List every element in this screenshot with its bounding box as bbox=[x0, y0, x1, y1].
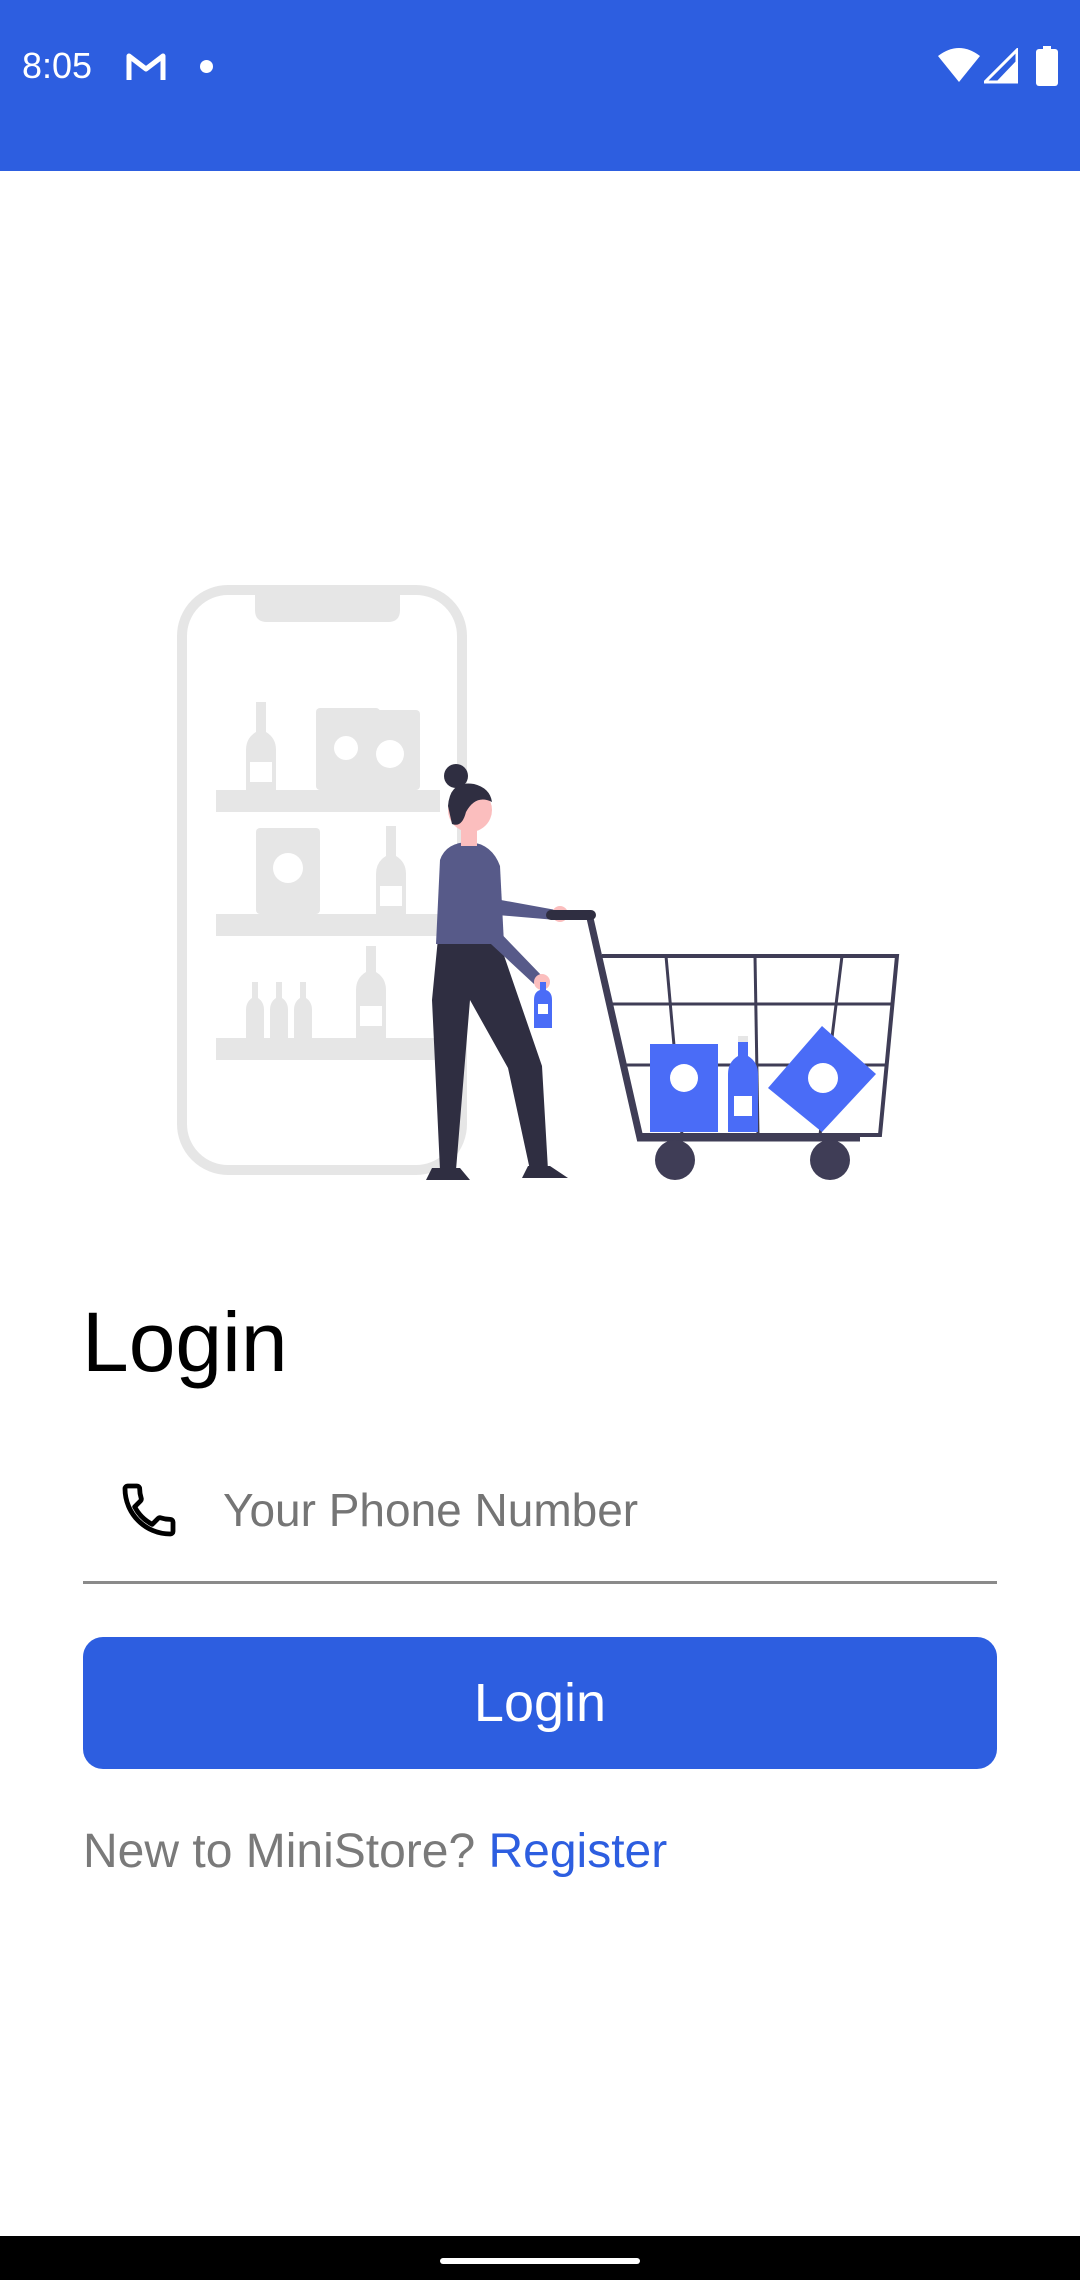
status-bar: 8:05 bbox=[0, 0, 1080, 171]
register-line: New to MiniStore? Register bbox=[83, 1822, 667, 1882]
navigation-bar bbox=[0, 2236, 1080, 2280]
shopping-cart bbox=[586, 917, 900, 1180]
register-prompt: New to MiniStore? bbox=[83, 1825, 476, 1878]
battery-icon bbox=[1036, 46, 1058, 86]
home-gesture-handle[interactable] bbox=[440, 2258, 640, 2264]
phone-field[interactable] bbox=[83, 1440, 997, 1584]
shopping-cart-illustration bbox=[177, 585, 900, 1180]
status-time: 8:05 bbox=[22, 45, 93, 86]
gmail-icon bbox=[126, 53, 166, 80]
login-button[interactable]: Login bbox=[83, 1637, 997, 1769]
register-link[interactable]: Register bbox=[489, 1825, 668, 1878]
phone-input[interactable] bbox=[223, 1468, 963, 1552]
page-title: Login bbox=[82, 1295, 288, 1389]
woman-figure bbox=[426, 764, 596, 1180]
signal-icon bbox=[984, 48, 1018, 84]
phone-outline bbox=[177, 585, 467, 1175]
notification-dot-icon bbox=[200, 60, 213, 73]
phone-icon bbox=[122, 1483, 176, 1537]
shelves bbox=[216, 702, 440, 1060]
wifi-icon bbox=[938, 48, 980, 82]
